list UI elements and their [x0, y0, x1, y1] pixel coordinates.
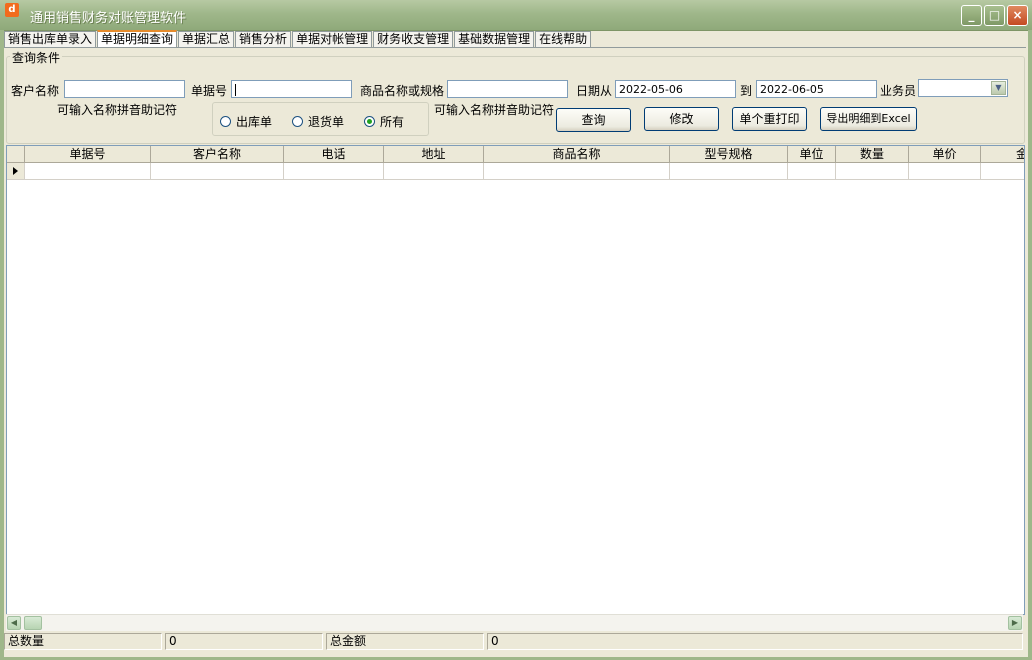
- column-header[interactable]: 金额: [981, 146, 1024, 162]
- table-cell[interactable]: [25, 163, 151, 180]
- customer-label: 客户名称: [11, 84, 60, 98]
- column-header[interactable]: 单据号: [25, 146, 151, 162]
- total-qty-value: 0: [165, 633, 323, 650]
- column-header[interactable]: 单位: [788, 146, 836, 162]
- table-cell[interactable]: [151, 163, 284, 180]
- app-icon: d: [5, 3, 19, 17]
- radio-outbound[interactable]: 出库单: [220, 113, 272, 130]
- reprint-button[interactable]: 单个重打印: [732, 107, 807, 131]
- total-amount-label: 总金额: [326, 633, 484, 650]
- docno-label: 单据号: [191, 84, 228, 98]
- close-button[interactable]: ×: [1007, 5, 1028, 26]
- row-header-corner: [7, 146, 25, 162]
- product-label: 商品名称或规格: [360, 84, 445, 98]
- table-cell[interactable]: [484, 163, 670, 180]
- column-header[interactable]: 客户名称: [151, 146, 284, 162]
- radio-return[interactable]: 退货单: [292, 113, 344, 130]
- scroll-right-icon[interactable]: ▶: [1008, 616, 1022, 630]
- detail-grid[interactable]: 单据号 客户名称 电话 地址 商品名称 型号规格 单位 数量 单价 金额: [6, 145, 1025, 615]
- radio-checked-icon: [364, 116, 375, 127]
- status-bar: 总数量 0 总金额 0: [4, 633, 1026, 651]
- tab-reconciliation[interactable]: 单据对帐管理: [292, 31, 373, 47]
- query-group-label: 查询条件: [10, 49, 63, 66]
- current-row-arrow-icon: [7, 163, 25, 180]
- column-header[interactable]: 电话: [284, 146, 384, 162]
- total-amount-value: 0: [487, 633, 1023, 650]
- tab-summary[interactable]: 单据汇总: [178, 31, 235, 47]
- radio-circle-icon: [220, 116, 231, 127]
- edit-button[interactable]: 修改: [644, 107, 719, 131]
- date-to-input[interactable]: 2022-06-05: [756, 80, 877, 98]
- column-header[interactable]: 商品名称: [484, 146, 670, 162]
- tab-strip: 销售出库单录入 单据明细查询 单据汇总 销售分析 单据对帐管理 财务收支管理 基…: [4, 30, 592, 48]
- grid-header: 单据号 客户名称 电话 地址 商品名称 型号规格 单位 数量 单价 金额: [7, 146, 1024, 163]
- radio-return-label: 退货单: [308, 115, 345, 129]
- date-to-label: 到: [740, 84, 753, 98]
- column-header[interactable]: 数量: [836, 146, 909, 162]
- search-button[interactable]: 查询: [556, 108, 631, 132]
- date-from-input[interactable]: 2022-05-06: [615, 80, 736, 98]
- column-header[interactable]: 单价: [909, 146, 981, 162]
- table-cell[interactable]: [981, 163, 1024, 180]
- tab-finance[interactable]: 财务收支管理: [373, 31, 454, 47]
- radio-all-label: 所有: [380, 115, 405, 129]
- tab-sales-analysis[interactable]: 销售分析: [235, 31, 292, 47]
- product-input[interactable]: [447, 80, 568, 98]
- minimize-button[interactable]: _: [961, 5, 982, 26]
- customer-hint: 可输入名称拼音助记符: [57, 103, 178, 117]
- radio-all[interactable]: 所有: [364, 113, 404, 130]
- table-cell[interactable]: [909, 163, 981, 180]
- window-frame-right: [1028, 30, 1032, 660]
- table-cell[interactable]: [836, 163, 909, 180]
- scroll-thumb[interactable]: [24, 616, 42, 630]
- chevron-down-icon[interactable]: ▼: [991, 81, 1006, 95]
- window-frame-left: [0, 30, 4, 660]
- total-qty-label: 总数量: [4, 633, 162, 650]
- column-header[interactable]: 型号规格: [670, 146, 788, 162]
- table-cell[interactable]: [670, 163, 788, 180]
- table-cell[interactable]: [788, 163, 836, 180]
- column-header[interactable]: 地址: [384, 146, 484, 162]
- maximize-button[interactable]: □: [984, 5, 1005, 26]
- tab-online-help[interactable]: 在线帮助: [535, 31, 592, 47]
- salesman-select[interactable]: ▼: [918, 79, 1008, 97]
- horizontal-scrollbar[interactable]: ◀ ▶: [6, 614, 1023, 631]
- radio-circle-icon: [292, 116, 303, 127]
- tab-detail-query[interactable]: 单据明细查询: [97, 30, 178, 47]
- table-cell[interactable]: [384, 163, 484, 180]
- docno-input[interactable]: [231, 80, 352, 98]
- scroll-left-icon[interactable]: ◀: [7, 616, 21, 630]
- table-row[interactable]: [7, 163, 1024, 180]
- export-excel-button[interactable]: 导出明细到Excel: [820, 107, 917, 131]
- product-hint: 可输入名称拼音助记符: [434, 103, 555, 117]
- salesman-label: 业务员: [880, 84, 917, 98]
- date-from-label: 日期从: [576, 84, 613, 98]
- window-title: 通用销售财务对账管理软件: [30, 11, 187, 26]
- tab-sales-entry[interactable]: 销售出库单录入: [4, 31, 97, 47]
- customer-input[interactable]: [64, 80, 185, 98]
- table-cell[interactable]: [284, 163, 384, 180]
- tab-panel-border: [4, 47, 1026, 48]
- radio-outbound-label: 出库单: [236, 115, 273, 129]
- title-bar: d 通用销售财务对账管理软件 _ □ ×: [0, 0, 1032, 31]
- tab-base-data[interactable]: 基础数据管理: [454, 31, 535, 47]
- text-caret: [235, 84, 236, 96]
